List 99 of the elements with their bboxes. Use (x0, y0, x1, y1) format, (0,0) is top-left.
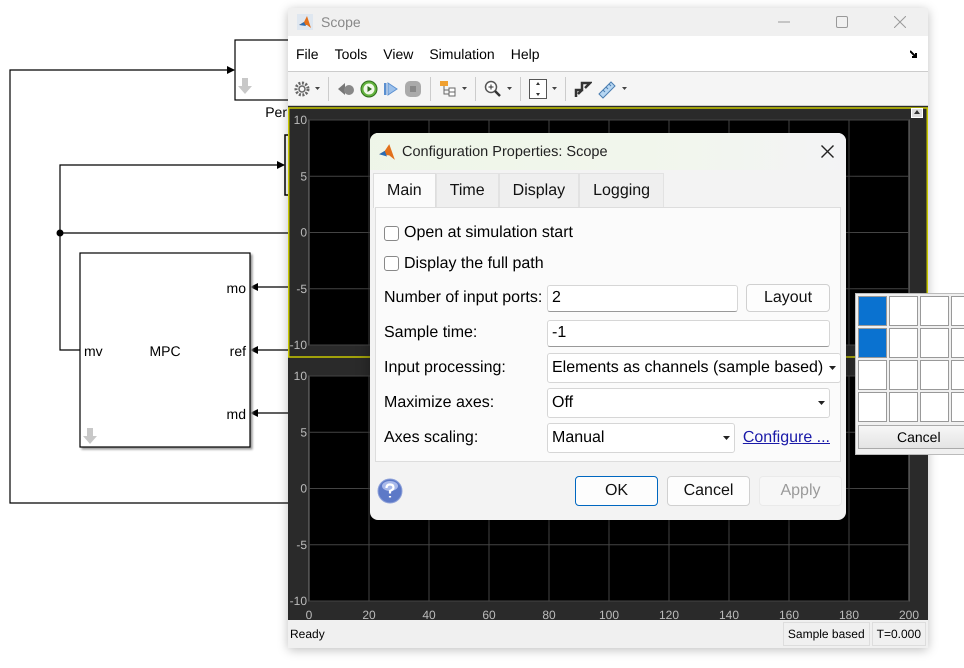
layout-cell[interactable] (889, 296, 918, 326)
scale-axes-icon[interactable] (529, 78, 547, 98)
tab[interactable]: Logging (579, 173, 664, 207)
caret-icon (722, 436, 730, 440)
step-forward-icon[interactable] (383, 80, 399, 96)
layout-cell[interactable] (889, 360, 918, 390)
caret-icon[interactable] (622, 87, 627, 90)
y-tick-label: -5 (296, 282, 307, 296)
x-tick-label: 60 (482, 608, 496, 620)
port-label: mv (84, 343, 103, 359)
field-label: Axes scaling: (384, 428, 480, 448)
y-tick-label: 5 (300, 169, 307, 184)
layout-cell[interactable] (920, 328, 949, 358)
menu-item[interactable]: Simulation (429, 46, 495, 62)
tab[interactable]: Display (498, 173, 580, 207)
tab[interactable]: Main (373, 173, 436, 208)
dropdown[interactable]: Elements as channels (sample based) (547, 353, 842, 383)
y-tick-label: 5 (300, 425, 307, 440)
layout-cell[interactable] (920, 360, 949, 390)
checkbox-label: Display the full path (404, 254, 544, 273)
caret-icon[interactable] (552, 87, 557, 90)
help-icon[interactable] (377, 478, 403, 504)
dialog-button[interactable]: OK (575, 476, 658, 506)
x-tick-label: 100 (598, 608, 620, 620)
run-icon[interactable] (360, 80, 378, 98)
checkbox-label: Open at simulation start (404, 224, 573, 242)
signal-step-icon[interactable] (574, 80, 592, 98)
y-tick-label: 10 (294, 369, 307, 383)
status-text: Ready (290, 627, 325, 641)
x-tick-label: 120 (658, 608, 680, 620)
layout-cell[interactable] (858, 296, 887, 326)
maximize-icon[interactable] (836, 16, 848, 28)
undock-icon[interactable] (911, 108, 923, 118)
x-tick-label: 200 (898, 608, 920, 620)
tab[interactable]: Time (436, 173, 499, 207)
y-tick-label: 0 (300, 226, 307, 240)
field-label: Sample time: (384, 323, 478, 343)
port-label: mo (226, 280, 246, 296)
close-icon[interactable] (821, 145, 834, 158)
block-name: MPC (149, 343, 181, 359)
checkbox[interactable] (384, 256, 399, 272)
x-tick-label: 140 (718, 608, 740, 620)
layout-cell[interactable] (920, 392, 949, 422)
field-label: Input processing: (384, 358, 507, 378)
layout-cell[interactable] (920, 296, 949, 326)
input-field[interactable]: -1 (547, 320, 830, 346)
x-tick-label: 160 (778, 608, 800, 620)
dialog-button[interactable]: Cancel (667, 476, 750, 506)
caret-icon[interactable] (462, 87, 467, 90)
layout-cell[interactable] (889, 328, 918, 358)
x-tick-label: 20 (362, 608, 376, 620)
port-label: ref (230, 343, 246, 359)
zoom-in-icon[interactable] (484, 80, 502, 98)
cancel-button[interactable]: Cancel (858, 425, 964, 449)
dropdown[interactable]: Manual (547, 423, 735, 453)
caret-icon (829, 366, 836, 370)
y-tick-label: 0 (300, 482, 307, 496)
y-tick-label: -10 (290, 338, 307, 352)
port-label: md (226, 406, 246, 422)
status-field: T=0.000 (872, 622, 926, 646)
input-field[interactable]: 2 (547, 284, 738, 312)
x-tick-label: 0 (306, 608, 312, 620)
field-label: Number of input ports: (384, 288, 544, 308)
block-label: Per (265, 104, 287, 120)
layout-button[interactable]: Layout (746, 284, 830, 312)
down-arrow-icon (83, 428, 97, 444)
menu-item[interactable]: Help (510, 46, 540, 62)
ruler-icon[interactable] (597, 78, 617, 98)
matlab-logo-icon (378, 142, 396, 160)
y-tick-label: -10 (290, 594, 307, 608)
caret-icon[interactable] (507, 87, 512, 90)
caret-icon (818, 401, 825, 405)
signal-tree-icon[interactable] (439, 80, 457, 98)
x-tick-label: 40 (422, 608, 436, 620)
y-tick-label: -5 (296, 538, 307, 552)
x-tick-label: 180 (838, 608, 860, 620)
window-title: Scope (321, 14, 361, 30)
layout-cell[interactable] (858, 360, 887, 390)
dock-arrow-icon[interactable] (910, 50, 918, 58)
caret-icon[interactable] (315, 87, 320, 90)
matlab-logo-icon (297, 14, 313, 30)
y-tick-label: 10 (294, 113, 307, 127)
dialog-title: Configuration Properties: Scope (402, 144, 608, 160)
down-arrow-icon (238, 78, 252, 94)
settings-icon[interactable] (294, 80, 310, 96)
configure-link[interactable]: Configure ... (742, 429, 830, 447)
stop-icon[interactable] (404, 80, 422, 98)
checkbox[interactable] (384, 226, 399, 241)
field-label: Maximize axes: (384, 393, 496, 413)
x-tick-label: 80 (542, 608, 556, 620)
menu-item[interactable]: Tools (334, 46, 368, 62)
layout-cell[interactable] (858, 392, 887, 422)
layout-cell[interactable] (889, 392, 918, 422)
layout-cell[interactable] (858, 328, 887, 358)
step-back-icon[interactable] (337, 80, 355, 96)
menu-item[interactable]: View (383, 46, 414, 62)
status-field: Sample based (782, 622, 870, 646)
dropdown[interactable]: Off (547, 388, 830, 418)
menu-item[interactable]: File (296, 46, 319, 62)
